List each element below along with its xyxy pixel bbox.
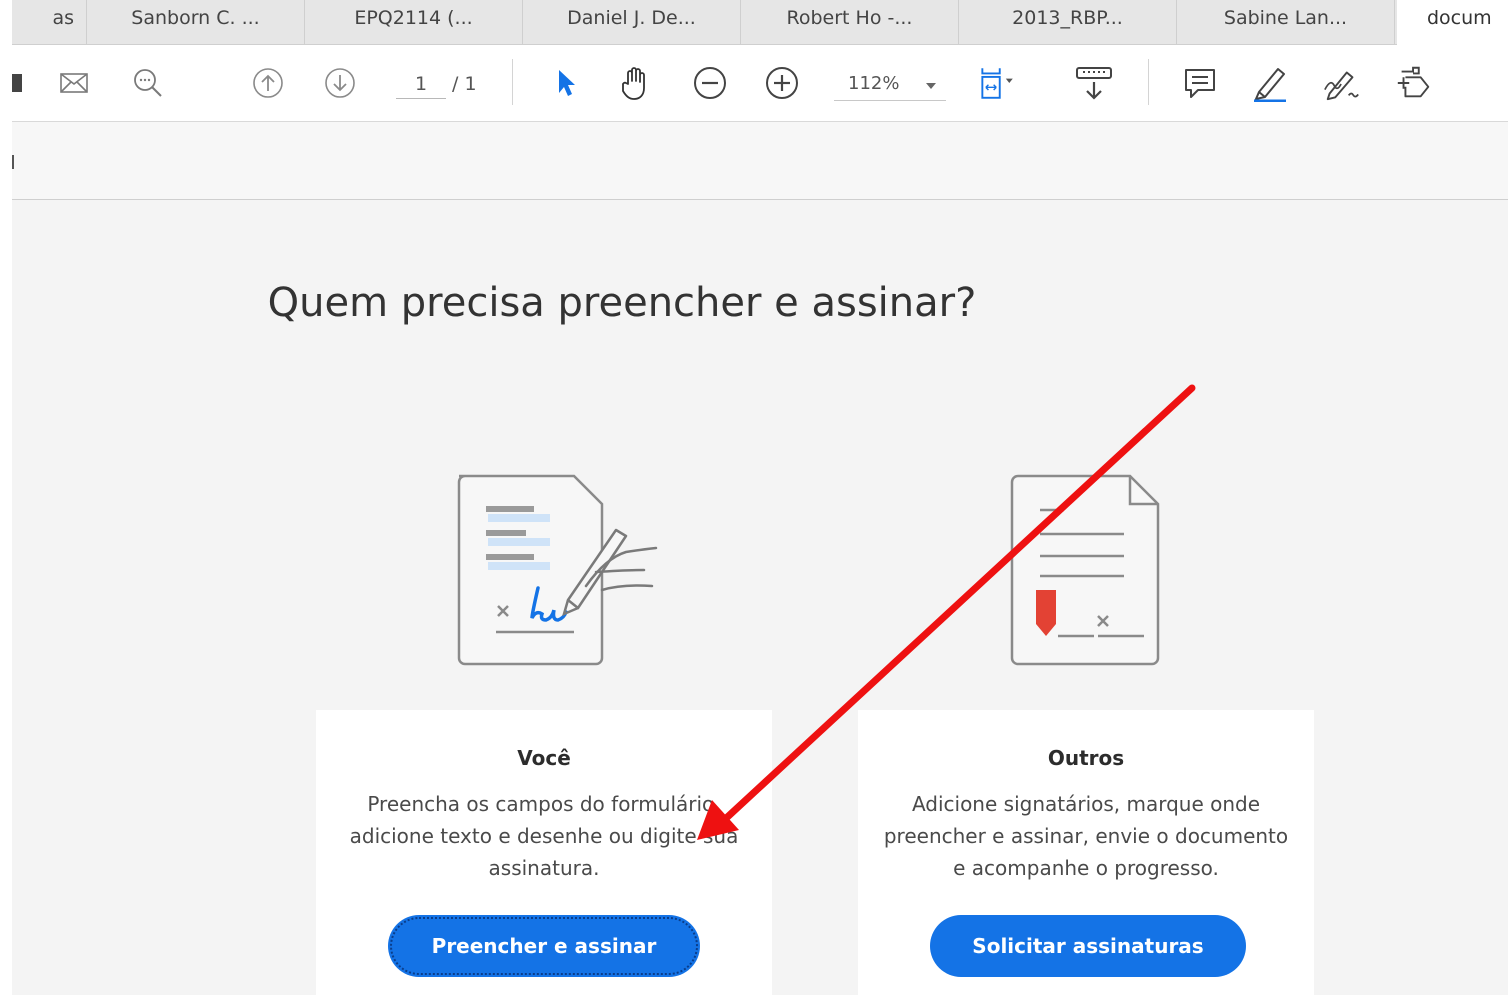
highlight-icon[interactable] [1250,63,1290,103]
next-page-icon[interactable] [320,63,360,103]
request-signatures-button[interactable]: Solicitar assinaturas [930,915,1246,977]
request-signature-document-icon [1010,474,1160,666]
document-tab[interactable]: 2013_RBP... [959,0,1177,44]
fill-and-sign-button[interactable]: Preencher e assinar [388,915,700,977]
zoom-select[interactable]: 112% [834,69,946,101]
page-total: / 1 [452,73,477,95]
app-window: as Sanborn C. ... EPQ2114 (... Daniel J.… [12,0,1508,995]
tab-label: Robert Ho -... [786,7,913,29]
card-others: Outros Adicione signatários, marque onde… [858,410,1314,995]
save-icon[interactable] [12,63,40,103]
card-title: Você [517,746,571,770]
chevron-down-icon [926,83,936,89]
card-description: Adicione signatários, marque onde preenc… [883,792,1289,880]
zoom-in-icon[interactable] [762,63,802,103]
tab-label: Sabine Lan... [1223,7,1348,29]
select-arrow-icon[interactable] [546,63,586,103]
document-tab-active[interactable]: docum [1397,0,1508,45]
email-icon[interactable] [54,63,94,103]
document-tab[interactable]: Robert Ho -... [741,0,959,44]
card-illustration [316,410,772,710]
tab-label: as [52,7,74,29]
toolbar: 1 / 1 112% [12,45,1508,122]
document-tab[interactable]: EPQ2114 (... [305,0,523,44]
tab-label: Daniel J. De... [567,7,696,29]
document-tab[interactable]: Sanborn C. ... [87,0,305,44]
fill-sign-document-icon [457,474,658,666]
fill-sign-icon[interactable] [1394,63,1434,103]
document-tab[interactable]: as [12,0,87,44]
page-number-input[interactable]: 1 [396,69,446,99]
zoom-value: 112% [848,73,900,94]
secondary-toolbar [12,122,1508,200]
tab-label: EPQ2114 (... [354,7,473,29]
fit-page-icon[interactable] [978,63,1018,103]
card-self: Você Preencha os campos do formulário, a… [316,410,772,995]
panel-edge-marker [12,155,14,169]
tab-label: 2013_RBP... [1012,7,1123,29]
comment-icon[interactable] [1180,63,1220,103]
card-illustration [858,410,1314,710]
tab-bar: as Sanborn C. ... EPQ2114 (... Daniel J.… [12,0,1508,45]
toolbar-divider [1148,59,1149,105]
toolbar-divider [512,59,513,105]
document-tab[interactable]: Sabine Lan... [1177,0,1395,44]
search-icon[interactable] [128,63,168,103]
card-title: Outros [1047,746,1125,770]
document-tab[interactable]: Daniel J. De... [523,0,741,44]
zoom-out-icon[interactable] [690,63,730,103]
card-description: Preencha os campos do formulário, adicio… [349,792,739,880]
tab-label: docum [1427,7,1492,29]
page-title: Quem precisa preencher e assinar? [267,280,977,326]
hand-tool-icon[interactable] [616,63,656,103]
scroll-mode-icon[interactable] [1074,63,1114,103]
prev-page-icon[interactable] [248,63,288,103]
tab-label: Sanborn C. ... [131,7,260,29]
sign-icon[interactable] [1322,63,1362,103]
